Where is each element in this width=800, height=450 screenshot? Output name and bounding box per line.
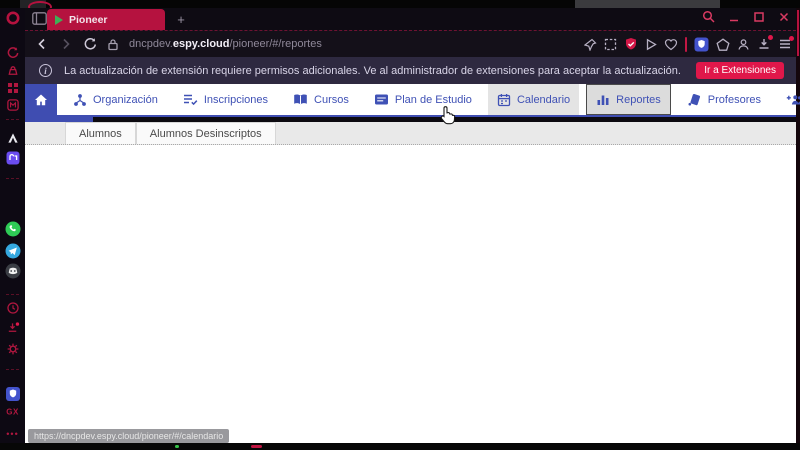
nav-label: Plan de Estudio [394, 93, 472, 106]
pinned-site-icon[interactable] [6, 151, 20, 165]
sidebar-divider [6, 178, 19, 179]
report-subtabs: Alumnos Alumnos Desinscriptos [25, 122, 796, 145]
nav-item-reportes[interactable]: Reportes [586, 84, 671, 115]
whatsapp-icon[interactable] [5, 221, 21, 237]
download-badge [768, 35, 773, 40]
settings-gear-icon[interactable] [6, 343, 19, 356]
sidebar-toggle-icon[interactable] [32, 12, 47, 25]
tab-bar: Pioneer + [25, 8, 796, 30]
go-to-extensions-button[interactable]: Ir a Extensiones [696, 62, 784, 79]
tab-title: Pioneer [69, 13, 108, 26]
adblock-shield-icon[interactable] [624, 37, 638, 51]
gx-profile-icon[interactable]: GX [6, 408, 19, 417]
background-window [575, 0, 720, 8]
address-bar-actions [584, 31, 794, 57]
opera-menu-icon[interactable] [5, 11, 20, 26]
bookmark-heart-icon[interactable] [664, 38, 678, 51]
gx-mods-icon[interactable] [7, 82, 19, 94]
app-nav-bar: Organización Inscripciones Cursos Plan d… [25, 84, 800, 117]
nav-item-cursos[interactable]: Cursos [284, 84, 358, 115]
accent-line [797, 10, 799, 56]
close-icon[interactable] [778, 11, 790, 23]
nav-item-crm[interactable]: CRM [777, 84, 800, 115]
nav-label: Calendario [516, 93, 571, 106]
tab-pioneer[interactable]: Pioneer [47, 9, 165, 30]
link-preview-statusbar: https://dncpdev.espy.cloud/pioneer/#/cal… [28, 429, 230, 443]
gx-store-icon[interactable] [6, 65, 19, 78]
nav-label: Cursos [314, 93, 349, 106]
url-domain: espy.cloud [172, 38, 230, 50]
bottom-strip [0, 443, 800, 450]
aria-ai-icon[interactable] [6, 132, 19, 145]
extension-shield-icon[interactable] [5, 387, 20, 402]
downloads-icon[interactable] [6, 322, 19, 335]
menu-badge [789, 36, 794, 41]
extension-avatar-icon[interactable] [737, 38, 750, 51]
home-button[interactable] [25, 84, 57, 115]
nav-item-profesores[interactable]: Profesores [678, 84, 770, 115]
url-text[interactable]: dncpdev.espy.cloud/pioneer/#/reportes [129, 38, 322, 50]
telegram-icon[interactable] [5, 243, 21, 259]
lock-icon[interactable] [107, 38, 119, 51]
messenger-icon[interactable] [6, 99, 19, 112]
extension-blue-shield-icon[interactable] [694, 37, 709, 52]
window-right-edge [796, 8, 800, 443]
sidebar-divider [6, 294, 19, 295]
nav-label: Profesores [707, 93, 761, 106]
taskbar-dot-green [175, 445, 179, 448]
search-icon[interactable] [702, 10, 715, 23]
download-tray-icon[interactable] [757, 35, 773, 51]
extension-notification-bar: i La actualización de extensión requiere… [25, 57, 796, 84]
desktop-strip [0, 0, 800, 8]
pin-tab-icon[interactable] [584, 38, 597, 51]
nav-label: Inscripciones [203, 93, 269, 106]
page-content [25, 145, 796, 443]
mouse-cursor-hand [440, 106, 456, 125]
nav-item-calendario[interactable]: Calendario [487, 84, 580, 115]
nav-label: Reportes [616, 93, 661, 106]
media-player-icon[interactable] [645, 38, 657, 51]
sidebar-more-icon[interactable]: ••• [6, 429, 18, 439]
favicon-play-icon [55, 14, 63, 25]
subtab-label: Alumnos Desinscriptos [149, 127, 262, 140]
window-controls [702, 10, 790, 23]
url-prefix: dncpdev. [129, 38, 173, 50]
url-path: /pioneer/#/reportes [229, 38, 322, 50]
notification-message: La actualización de extensión requiere p… [64, 64, 681, 77]
extension-pentagon-icon[interactable] [716, 37, 730, 51]
new-tab-button[interactable]: + [173, 11, 189, 27]
minimize-icon[interactable] [728, 11, 740, 23]
forward-icon[interactable] [59, 37, 73, 51]
sidebar-divider [6, 119, 19, 120]
history-icon[interactable] [6, 302, 19, 315]
subtab-alumnos-desinscriptos[interactable]: Alumnos Desinscriptos [135, 122, 276, 144]
gx-sidebar: GX ••• [0, 8, 25, 443]
menu-icon[interactable] [778, 36, 794, 50]
nav-item-inscripciones[interactable]: Inscripciones [174, 84, 277, 115]
taskbar-dot-red [251, 445, 262, 448]
reload-icon[interactable] [83, 37, 97, 51]
gx-corner-icon[interactable] [6, 47, 19, 60]
subtab-label: Alumnos [79, 127, 122, 140]
snapshot-icon[interactable] [604, 38, 617, 51]
nav-item-organizacion[interactable]: Organización [64, 84, 167, 115]
toolbar-separator [685, 36, 687, 52]
back-icon[interactable] [35, 37, 49, 51]
discord-icon[interactable] [5, 263, 21, 279]
address-bar: dncpdev.espy.cloud/pioneer/#/reportes [25, 30, 796, 57]
browser-window: GX ••• Pioneer + dncpdev.espy.cloud/pion… [0, 0, 800, 450]
info-icon: i [39, 64, 52, 77]
sidebar-divider [6, 369, 19, 370]
maximize-icon[interactable] [753, 11, 765, 23]
nav-item-plan-de-estudio[interactable]: Plan de Estudio [365, 84, 481, 115]
nav-label: Organización [93, 93, 158, 106]
subtab-alumnos[interactable]: Alumnos [65, 122, 136, 144]
